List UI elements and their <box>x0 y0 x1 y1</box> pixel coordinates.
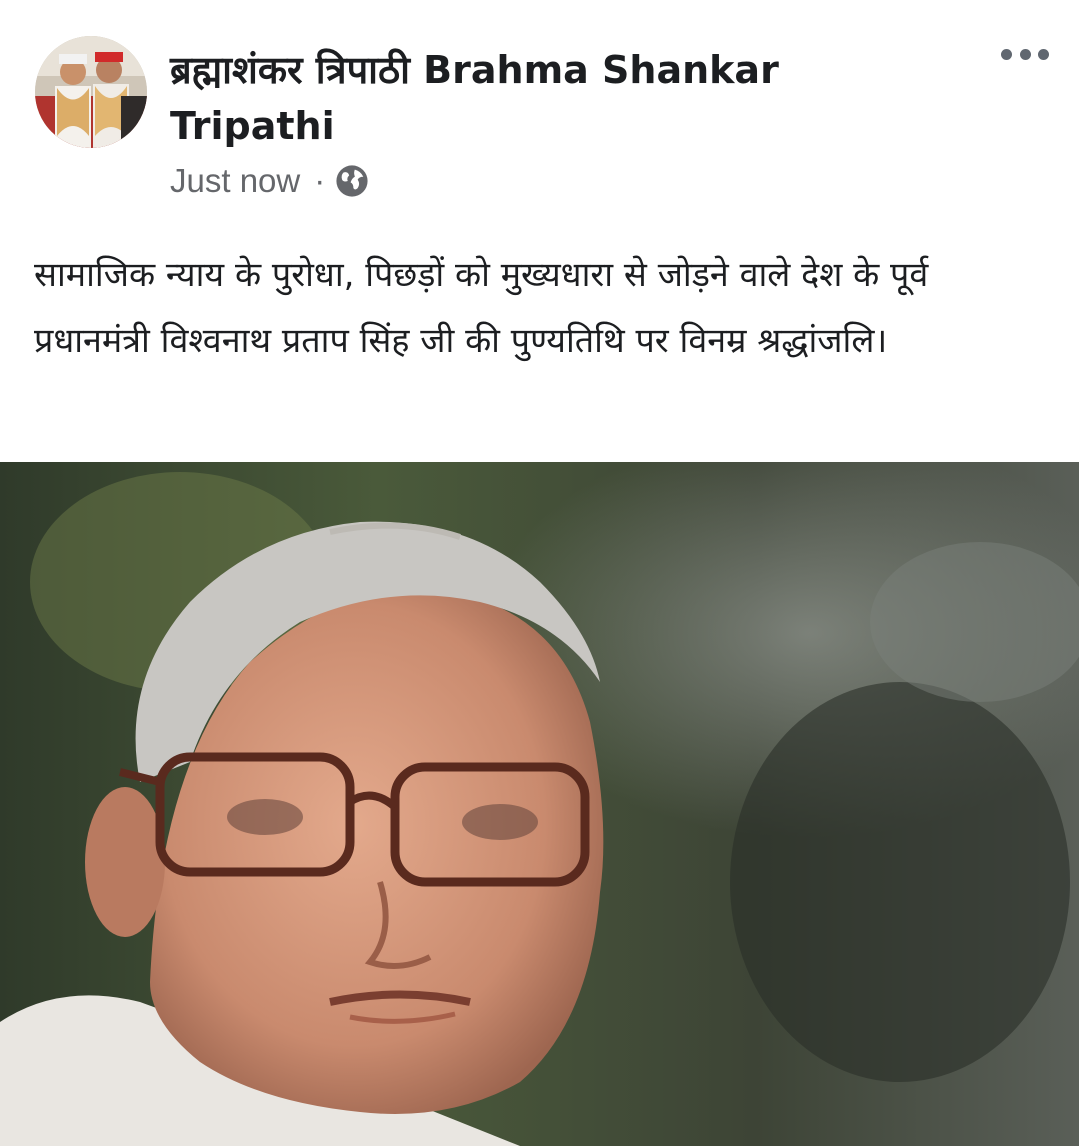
avatar-photo <box>35 36 147 148</box>
post-meta: Just now · <box>170 158 369 204</box>
post-text: सामाजिक न्याय के पुरोधा, पिछड़ों को मुख्… <box>34 255 929 361</box>
author-avatar[interactable] <box>35 36 147 148</box>
post-header: ब्रह्माशंकर त्रिपाठी Brahma Shankar Trip… <box>0 0 1079 215</box>
facebook-post: ब्रह्माशंकर त्रिपाठी Brahma Shankar Trip… <box>0 0 1079 1146</box>
portrait-photo <box>0 462 1079 1146</box>
more-options-icon[interactable] <box>1001 42 1049 66</box>
meta-separator: · <box>314 162 326 199</box>
post-photo[interactable] <box>0 462 1079 1146</box>
globe-icon[interactable] <box>335 164 369 198</box>
post-timestamp[interactable]: Just now <box>170 162 300 200</box>
author-name[interactable]: ब्रह्माशंकर त्रिपाठी Brahma Shankar Trip… <box>170 42 870 154</box>
